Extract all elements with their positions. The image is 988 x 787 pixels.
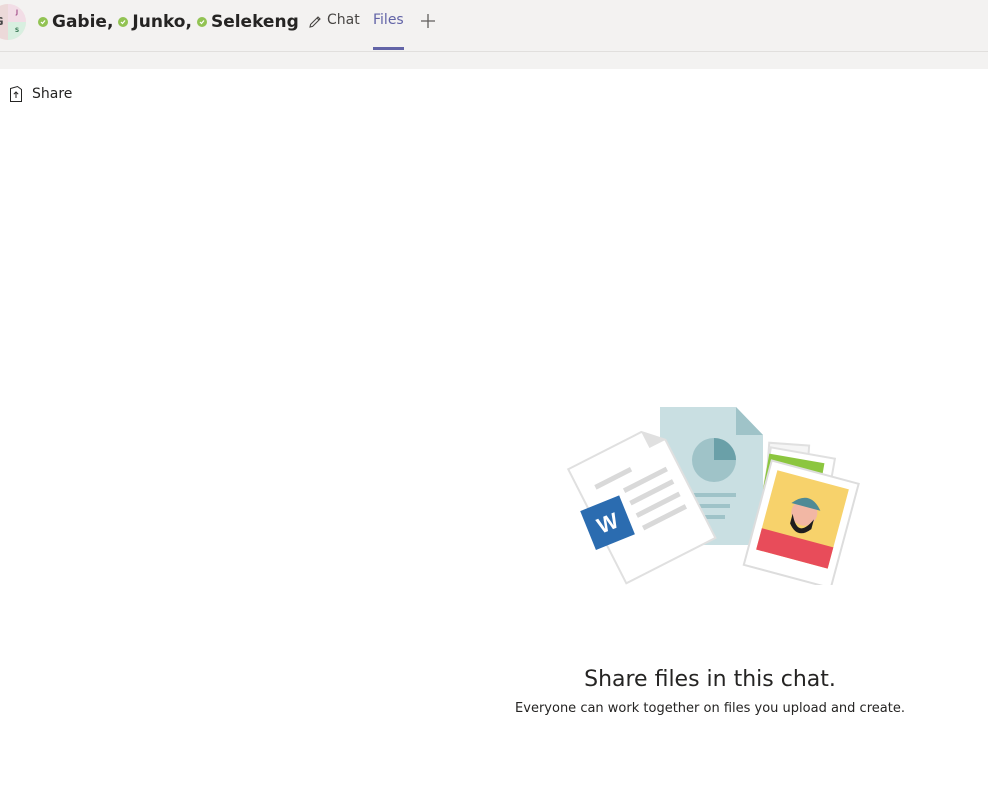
chat-header: G J S Gabie, Junko, Selekeng <box>0 0 988 52</box>
presence-available-icon <box>118 17 129 27</box>
avatar-initial-j: J <box>8 4 26 22</box>
participant-selekeng: Selekeng <box>196 12 299 32</box>
participant-name: Gabie, <box>52 12 114 32</box>
participant-name: Selekeng <box>210 12 299 32</box>
tab-files[interactable]: Files <box>373 12 404 50</box>
plus-icon <box>421 14 435 28</box>
participant-name: Junko, <box>132 12 192 32</box>
add-tab-button[interactable] <box>419 12 437 34</box>
pencil-icon <box>309 16 321 28</box>
presence-available-icon <box>38 17 48 27</box>
edit-name-button[interactable] <box>307 14 323 30</box>
presence-available-icon <box>196 17 207 27</box>
share-upload-icon <box>10 85 22 102</box>
group-avatar[interactable]: G J S <box>0 4 26 40</box>
participant-gabie: Gabie, <box>38 12 113 32</box>
files-illustration: W <box>566 407 860 585</box>
empty-state-title: Share files in this chat. <box>584 667 836 692</box>
share-label: Share <box>32 86 73 102</box>
avatar-initial-g: G <box>0 4 8 40</box>
header-subbar <box>0 52 988 69</box>
empty-state-subtitle: Everyone can work together on files you … <box>515 701 905 716</box>
avatar-initial-s: S <box>8 22 26 40</box>
tab-chat[interactable]: Chat <box>327 12 360 50</box>
participant-junko: Junko, <box>118 12 192 32</box>
participant-names[interactable]: Gabie, Junko, Selekeng <box>38 10 323 34</box>
share-button[interactable]: Share <box>9 85 72 103</box>
